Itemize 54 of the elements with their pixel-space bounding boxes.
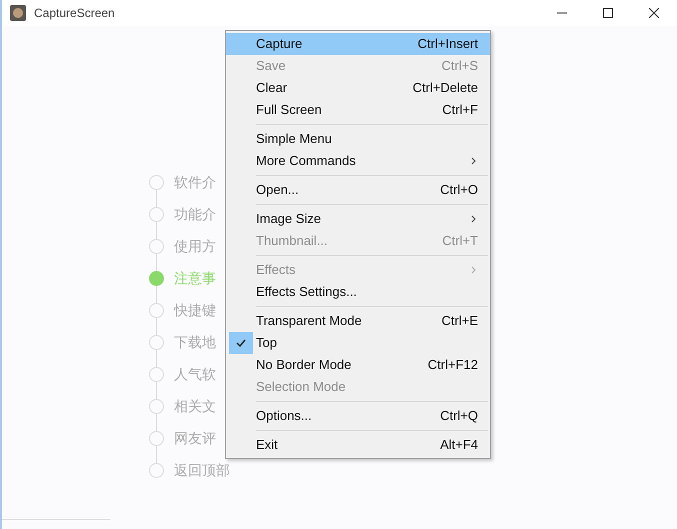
menu-item[interactable]: Capture Ctrl+Insert [226, 33, 490, 55]
window-title: CaptureScreen [34, 5, 115, 22]
menu-item-label: Clear [256, 79, 288, 98]
app-icon [10, 5, 26, 21]
shortcut-label: Ctrl+O [440, 181, 478, 200]
menu-item[interactable]: Options... Ctrl+Q [226, 405, 490, 427]
menu-item-label: Capture [256, 35, 304, 54]
close-icon [649, 8, 659, 18]
shortcut-label: Ctrl+F12 [428, 356, 478, 374]
menu-item[interactable]: More Commands [226, 150, 490, 172]
menu-item-label: Effects [256, 261, 297, 280]
menu-item[interactable]: Clear Ctrl+Delete [226, 77, 490, 99]
nav-link[interactable]: 网友评 [174, 428, 216, 448]
menu-item[interactable]: Transparent Mode Ctrl+E [226, 310, 490, 332]
menu-item[interactable]: Effects Settings... [226, 281, 490, 303]
nav-link[interactable]: 注意事 [174, 268, 216, 288]
nav-link[interactable]: 人气软 [174, 364, 216, 384]
nav-link[interactable]: 软件介 [174, 172, 216, 192]
menu-item[interactable]: Open... Ctrl+O [226, 179, 490, 201]
shortcut-label: Ctrl+E [442, 312, 478, 330]
nav-link[interactable]: 使用方 [174, 236, 216, 256]
nav-link[interactable]: 返回顶部 [174, 460, 230, 480]
menu-item[interactable]: No Border Mode Ctrl+F12 [226, 354, 490, 376]
menu-item-label: Thumbnail... [256, 232, 329, 250]
menu-item-label: Transparent Mode [256, 312, 363, 330]
shortcut-label: Ctrl+S [442, 57, 478, 76]
shortcut-label: Ctrl+Delete [412, 79, 478, 98]
shortcut-label: Ctrl+Q [440, 407, 478, 426]
menu-item[interactable]: Exit Alt+F4 [226, 434, 490, 456]
menu-item[interactable]: Full Screen Ctrl+F [226, 99, 490, 121]
menu-item[interactable]: Image Size [226, 208, 490, 230]
shortcut-label: Ctrl+T [442, 232, 478, 250]
menu-item-label: Image Size [256, 210, 322, 228]
menu-item-label: More Commands [256, 152, 357, 170]
menu-item-label: Open... [256, 181, 300, 200]
menu-item[interactable]: Simple Menu [226, 128, 490, 150]
nav-link[interactable]: 相关文 [174, 396, 216, 416]
menu-item-label: Exit [256, 436, 279, 454]
shortcut-label: Alt+F4 [440, 436, 478, 454]
menu-item-label: Top [256, 334, 278, 352]
maximize-icon [603, 8, 613, 18]
menu-item-label: No Border Mode [256, 356, 352, 374]
menu-item-label: Options... [256, 407, 313, 426]
shortcut-label: Ctrl+F [442, 101, 478, 120]
nav-link[interactable]: 快捷键 [174, 300, 216, 320]
nav-link[interactable]: 功能介 [174, 204, 216, 224]
menu-item-label: Full Screen [256, 101, 323, 120]
menu-item-label: Save [256, 57, 287, 76]
menu-item-label: Effects Settings... [256, 283, 358, 302]
menu-item[interactable]: Top [226, 332, 490, 354]
shortcut-label: Ctrl+Insert [418, 35, 478, 54]
menu-item-label: Selection Mode [256, 378, 347, 396]
nav-link[interactable]: 下载地 [174, 332, 216, 352]
menu-item-label: Simple Menu [256, 130, 333, 148]
